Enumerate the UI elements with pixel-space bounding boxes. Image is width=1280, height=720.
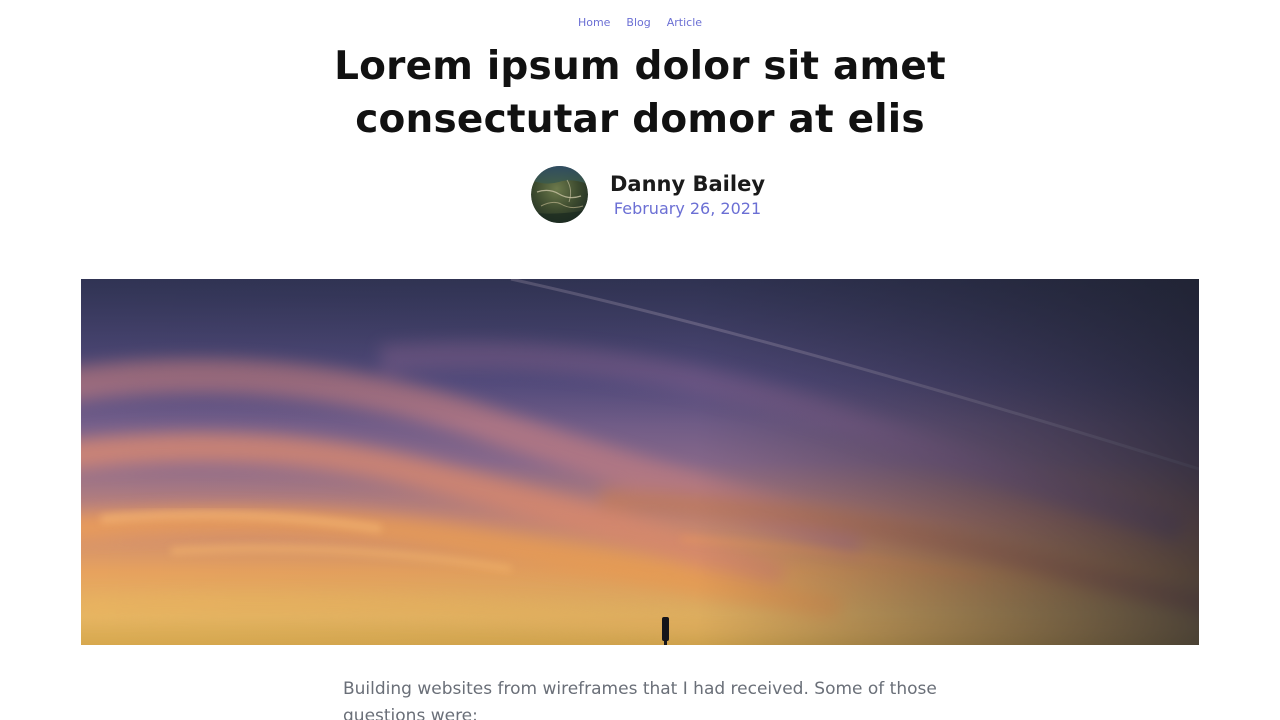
article-page: Home Blog Article Lorem ipsum dolor sit … xyxy=(0,0,1280,720)
author-block: Danny Bailey February 26, 2021 xyxy=(531,166,765,223)
breadcrumb-article-link[interactable]: Article xyxy=(667,16,702,29)
breadcrumb: Home Blog Article xyxy=(0,16,1280,29)
article-title: Lorem ipsum dolor sit amet consectutar d… xyxy=(0,40,1280,146)
landscape-avatar-icon xyxy=(531,166,588,223)
publish-date: February 26, 2021 xyxy=(613,198,762,218)
breadcrumb-home-link[interactable]: Home xyxy=(578,16,610,29)
breadcrumb-blog-link[interactable]: Blog xyxy=(626,16,650,29)
article-title-line-2: consectutar domor at elis xyxy=(355,97,925,142)
author-meta: Danny Bailey February 26, 2021 xyxy=(610,170,765,220)
hero-image xyxy=(81,279,1199,645)
author-name: Danny Bailey xyxy=(610,171,766,196)
sunset-sky-photo xyxy=(81,279,1199,645)
article-title-line-1: Lorem ipsum dolor sit amet xyxy=(334,44,946,89)
article-intro-paragraph: Building websites from wireframes that I… xyxy=(343,679,937,720)
author-avatar[interactable] xyxy=(531,166,588,223)
